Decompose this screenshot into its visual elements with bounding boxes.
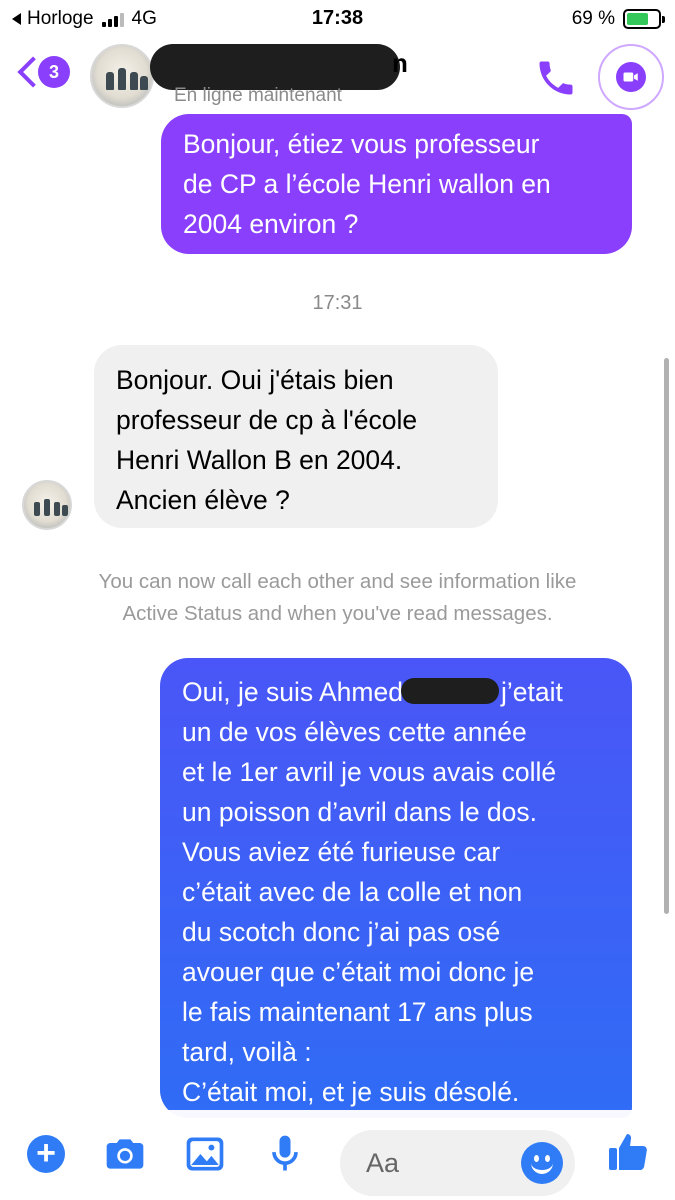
message-text: Oui, je suis Ahmed [182,677,403,707]
contact-status: En ligne maintenant [174,85,342,106]
voice-call-button[interactable] [534,56,578,100]
message-line: un poisson d’avril dans le dos. [182,797,538,827]
gallery-button[interactable] [183,1132,227,1176]
voice-message-button[interactable] [263,1132,307,1176]
plus-icon[interactable]: + [27,1135,65,1173]
message-timestamp: 17:31 [312,292,363,314]
message-line: et le 1er avril je vous avais collé [182,757,557,787]
message-line: de CP a l’école Henri wallon en [183,169,551,199]
camera-button[interactable] [103,1132,147,1176]
message-line: Ancien élève ? [116,485,290,515]
phone-icon[interactable] [534,56,578,100]
message-composer: + [0,1110,675,1200]
incoming-message-1[interactable]: Bonjour. Oui j'étais bien professeur de … [94,345,498,528]
video-call-button[interactable] [598,44,664,110]
message-line: 2004 environ ? [183,209,359,239]
message-line: un de vos élèves cette année [182,717,527,747]
message-line: Vous aviez été furieuse car [182,837,501,867]
message-text: j’etait [500,677,563,707]
name-redaction [400,678,499,704]
system-notice-line: You can now call each other and see info… [98,570,577,593]
contact-avatar[interactable] [90,44,154,108]
camera-icon[interactable] [103,1132,147,1176]
back-button[interactable]: 3 [14,56,70,88]
status-bar: Horloge 4G 17:38 69 % [0,0,675,40]
message-line: tard, voilà : [182,1037,312,1067]
emoji-icon[interactable] [521,1142,563,1184]
outgoing-message-1[interactable]: Bonjour, étiez vous professeur de CP a l… [161,114,632,254]
more-actions-button[interactable]: + [24,1132,68,1176]
system-notice: You can now call each other and see info… [20,566,655,630]
message-input-field[interactable] [340,1130,575,1196]
status-right: 69 % [571,8,665,30]
message-line: avouer que c’était moi donc je [182,957,535,987]
message-line: le fais maintenant 17 ans plus [182,997,533,1027]
message-line: du scotch donc j’ai pas osé [182,917,501,947]
message-line: professeur de cp à l'école [116,405,418,435]
chat-header: 3 n En ligne maintenant [0,40,675,115]
battery-icon [623,9,665,29]
microphone-icon[interactable] [263,1132,307,1176]
battery-percent: 69 % [571,8,615,29]
scrollbar[interactable] [664,358,669,914]
image-icon[interactable] [183,1132,227,1176]
contact-name[interactable]: n [392,48,408,79]
thumbs-up-icon[interactable] [605,1128,653,1176]
message-line: Oui, je suis Ahmed j’etait [182,672,618,712]
message-line: C’était moi, et je suis désolé. [182,1077,520,1107]
system-notice-line: Active Status and when you've read messa… [122,602,553,625]
message-line: Bonjour, étiez vous professeur [183,129,540,159]
sender-avatar[interactable] [22,480,72,530]
message-line: c’était avec de la colle et non [182,877,523,907]
outgoing-message-2[interactable]: Oui, je suis Ahmed j’etait un de vos élèv… [160,658,632,1118]
message-line: Bonjour. Oui j'étais bien [116,365,394,395]
message-line: Henri Wallon B en 2004. [116,445,403,475]
like-button[interactable] [605,1128,653,1176]
message-input[interactable] [340,1130,490,1196]
contact-name-redaction[interactable] [150,44,400,90]
video-camera-icon[interactable] [622,68,640,86]
